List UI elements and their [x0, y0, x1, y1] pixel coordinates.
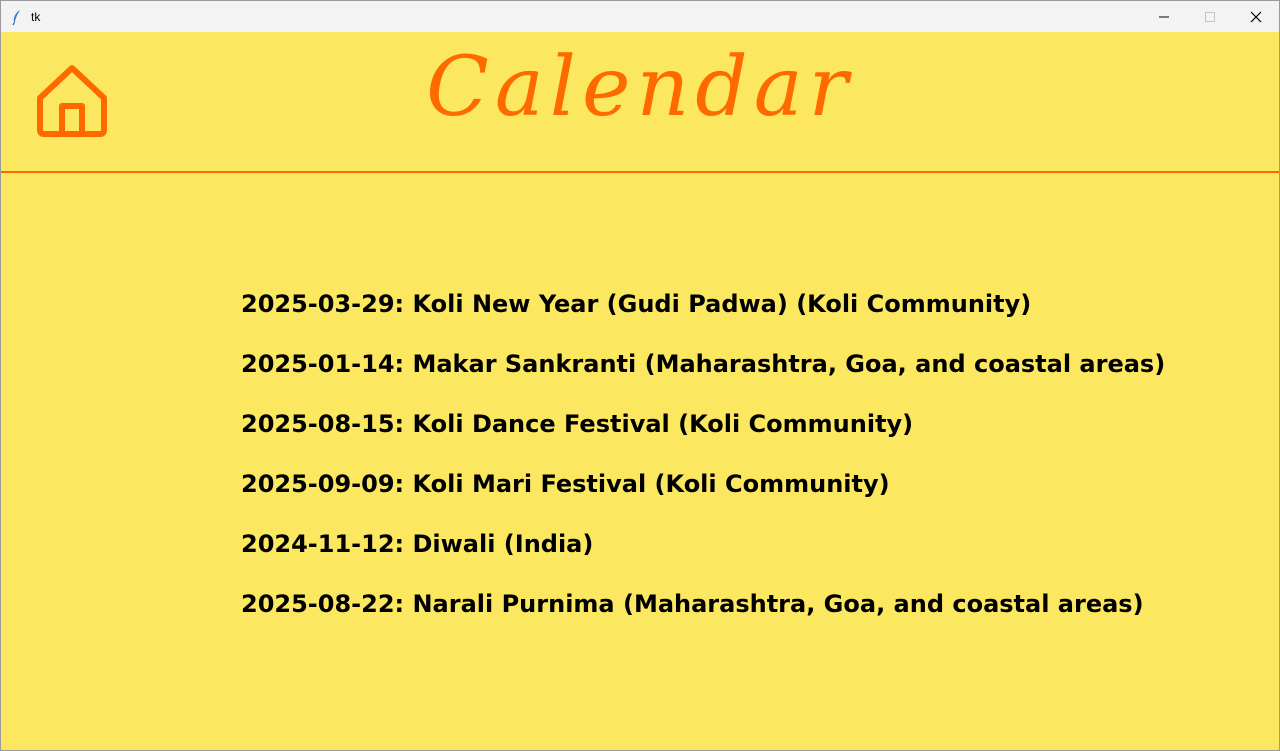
- maximize-button[interactable]: [1187, 1, 1233, 32]
- event-item: 2025-08-15: Koli Dance Festival (Koli Co…: [241, 410, 914, 438]
- event-item: 2025-03-29: Koli New Year (Gudi Padwa) (…: [241, 290, 1032, 318]
- event-list: 2025-03-29: Koli New Year (Gudi Padwa) (…: [241, 284, 1165, 644]
- event-item: 2025-08-22: Narali Purnima (Maharashtra,…: [241, 590, 1144, 618]
- event-item: 2025-01-14: Makar Sankranti (Maharashtra…: [241, 350, 1166, 378]
- maximize-icon: [1205, 11, 1215, 22]
- event-item: 2024-11-12: Diwali (India): [241, 530, 594, 558]
- header: Calendar: [1, 32, 1279, 171]
- header-divider: [1, 171, 1279, 173]
- page-title: Calendar: [426, 40, 854, 135]
- title-bar[interactable]: tk: [1, 1, 1279, 32]
- minimize-icon: [1159, 16, 1169, 17]
- close-button[interactable]: [1233, 1, 1279, 32]
- window-controls: [1141, 1, 1279, 32]
- event-item: 2025-09-09: Koli Mari Festival (Koli Com…: [241, 470, 890, 498]
- feather-icon: [9, 9, 25, 25]
- close-icon: [1250, 11, 1262, 22]
- app-window: tk Calendar 2025-03-29: Koli New Year (G…: [0, 0, 1280, 751]
- minimize-button[interactable]: [1141, 1, 1187, 32]
- window-title: tk: [31, 9, 41, 24]
